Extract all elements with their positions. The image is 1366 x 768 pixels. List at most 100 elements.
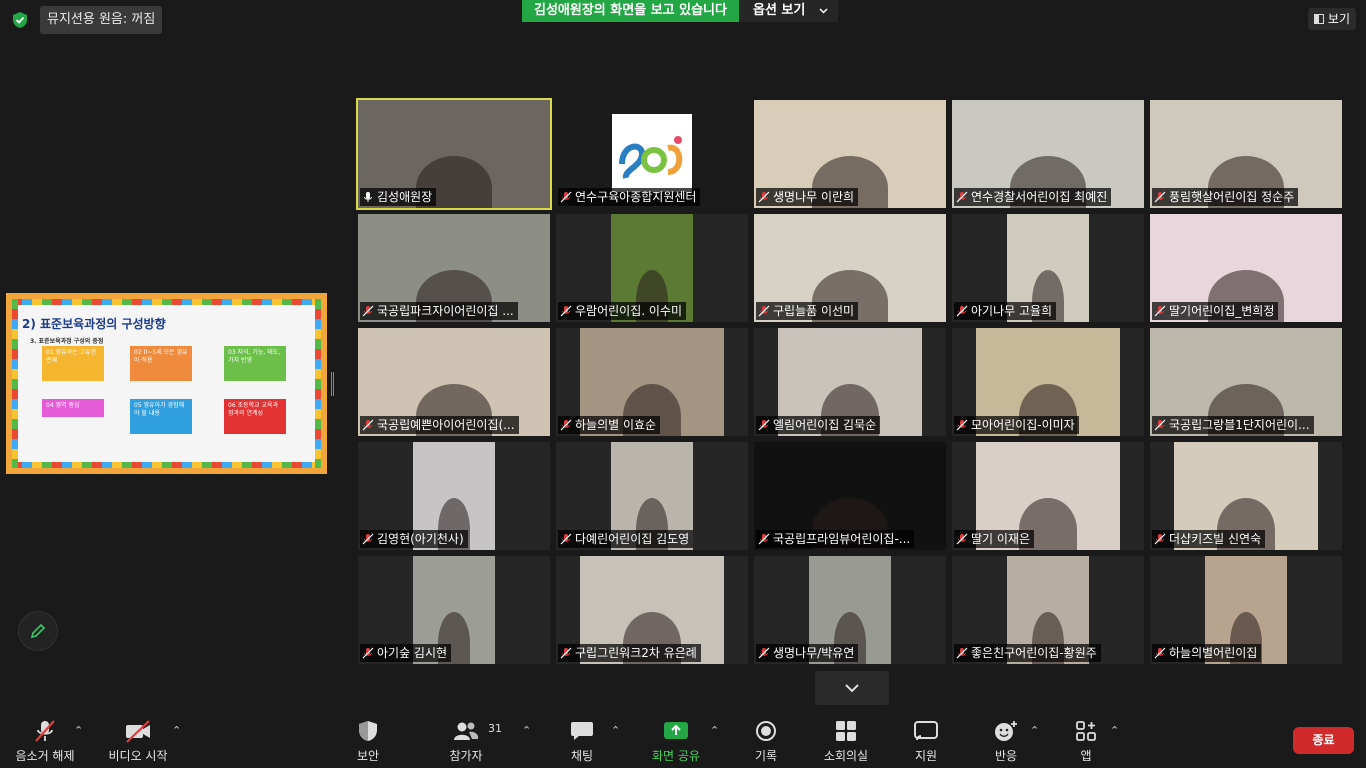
participant-name: 하늘의별어린이집	[1169, 646, 1258, 660]
participant-tile[interactable]: 우람어린이집. 이수미	[556, 214, 748, 322]
participant-tile[interactable]: 김성애원장	[356, 98, 552, 210]
participant-name: 풍림햇살어린이집 정순주	[1169, 190, 1295, 204]
apps-options-caret[interactable]: ⌃	[1110, 724, 1119, 737]
participant-tile[interactable]: 딸기어린이집_변희정	[1150, 214, 1342, 322]
participant-name: 아기숲 김시현	[377, 646, 448, 660]
cast-screen-icon	[914, 721, 938, 741]
microphone-muted-icon	[560, 419, 572, 431]
end-meeting-button[interactable]: 종료	[1293, 727, 1354, 754]
participant-name-label: 구립늘품 이선미	[756, 302, 859, 320]
breakout-rooms-icon	[836, 721, 856, 741]
share-screen-icon	[664, 722, 688, 739]
breakout-rooms-label: 소회의실	[823, 749, 869, 763]
participant-name: 더샵키즈빌 신연숙	[1169, 532, 1262, 546]
participant-tile[interactable]: 하늘의별 이효순	[556, 328, 748, 436]
audio-options-caret[interactable]: ⌃	[74, 724, 83, 737]
participant-name: 엘림어린이집 김묵순	[773, 418, 877, 432]
breakout-rooms-button[interactable]: 소회의실	[801, 718, 891, 764]
view-options-button[interactable]: 옵션 보기	[738, 0, 839, 22]
participant-name-label: 좋은친구어린이집-황원주	[954, 644, 1101, 662]
participant-name-label: 국공립프라임뷰어린이집-...	[756, 530, 915, 548]
security-shield-icon[interactable]	[12, 11, 28, 29]
participant-tile[interactable]: 좋은친구어린이집-황원주	[952, 556, 1144, 664]
participant-name-label: 모아어린이집-이미자	[954, 416, 1079, 434]
record-button[interactable]: 기록	[721, 718, 811, 764]
slide-border-bottom	[12, 462, 321, 468]
video-options-caret[interactable]: ⌃	[172, 724, 181, 737]
participant-tile[interactable]: 국공립프라임뷰어린이집-...	[754, 442, 946, 550]
participant-tile[interactable]: 국공립파크자이어린이집 ...	[358, 214, 550, 322]
participant-name: 국공립파크자이어린이집 ...	[377, 304, 514, 318]
security-label: 보안	[356, 749, 380, 763]
participant-name-label: 생명나무/박유연	[756, 644, 859, 662]
microphone-muted-icon	[35, 720, 55, 742]
microphone-muted-icon	[758, 419, 770, 431]
video-camera-muted-icon	[126, 720, 150, 743]
chat-bubble-icon	[571, 722, 593, 740]
microphone-muted-icon	[956, 647, 968, 659]
participant-tile[interactable]: 다예린어린이집 김도영	[556, 442, 748, 550]
participant-name: 생명나무 이란희	[773, 190, 855, 204]
record-label: 기록	[754, 749, 778, 763]
participant-tile[interactable]: 연수구육아종합지원센터	[556, 100, 748, 208]
participant-tile[interactable]: 엘림어린이집 김묵순	[754, 328, 946, 436]
view-layout-button[interactable]: 보기	[1307, 8, 1356, 30]
participant-tile[interactable]: 풍림햇살어린이집 정순주	[1150, 100, 1342, 208]
participant-tile[interactable]: 생명나무 이란희	[754, 100, 946, 208]
support-button[interactable]: 지원	[881, 718, 971, 764]
participant-tile[interactable]: 아기숲 김시현	[358, 556, 550, 664]
participant-name: 다예린어린이집 김도영	[575, 532, 690, 546]
participant-tile[interactable]: 생명나무/박유연	[754, 556, 946, 664]
participant-tile[interactable]: 국공립그랑블1단지어린이...	[1150, 328, 1342, 436]
slide-box: 01 영유아는 고유한 존재	[42, 346, 104, 381]
participant-name-label: 엘림어린이집 김묵순	[756, 416, 881, 434]
start-video-button[interactable]: 비디오 시작	[93, 718, 183, 764]
next-page-button[interactable]	[815, 671, 889, 705]
shield-icon	[359, 721, 377, 741]
participant-name-label: 풍림햇살어린이집 정순주	[1152, 188, 1299, 206]
participant-tile[interactable]: 아기나무 고율희	[952, 214, 1144, 322]
participant-name: 딸기어린이집_변희정	[1169, 304, 1275, 318]
microphone-muted-icon	[362, 419, 374, 431]
screen-share-banner: 김성애원장의 화면을 보고 있습니다 옵션 보기	[522, 0, 839, 22]
participant-tile[interactable]: 하늘의별어린이집	[1150, 556, 1342, 664]
participant-tile[interactable]: 구립그린워크2차 유은례	[556, 556, 748, 664]
participant-name-label: 우람어린이집. 이수미	[558, 302, 686, 320]
slide-subtitle: 3. 표준보육과정 구성의 중점	[30, 338, 104, 345]
apps-label: 앱	[1080, 749, 1092, 763]
slide-box: 06 초등학교 교육과정과의 연계성	[224, 399, 286, 434]
participant-name: 김성애원장	[377, 190, 433, 204]
share-options-caret[interactable]: ⌃	[710, 724, 719, 737]
annotate-button[interactable]	[18, 611, 58, 651]
participant-name: 딸기 이재은	[971, 532, 1031, 546]
reactions-options-caret[interactable]: ⌃	[1030, 724, 1039, 737]
slide-border-left	[12, 299, 18, 468]
participant-name-label: 국공립그랑블1단지어린이...	[1152, 416, 1314, 434]
microphone-muted-icon	[560, 191, 572, 203]
participant-tile[interactable]: 국공립예쁜아이어린이집(...	[358, 328, 550, 436]
participant-count: 31	[488, 722, 502, 735]
participant-tile[interactable]: 김영현(아기천사)	[358, 442, 550, 550]
chat-options-caret[interactable]: ⌃	[611, 724, 620, 737]
security-button[interactable]: 보안	[323, 718, 413, 764]
pencil-icon	[30, 623, 46, 639]
participants-options-caret[interactable]: ⌃	[522, 724, 531, 737]
original-sound-toggle[interactable]: 뮤지션용 원음: 꺼짐	[40, 6, 163, 34]
participant-name-label: 김영현(아기천사)	[360, 530, 468, 548]
share-screen-button[interactable]: 화면 공유	[631, 718, 721, 764]
chevron-down-icon	[819, 8, 828, 14]
split-divider-handle[interactable]	[331, 372, 334, 396]
support-label: 지원	[914, 749, 938, 763]
participant-tile[interactable]: 연수경찰서어린이집 최예진	[952, 100, 1144, 208]
microphone-muted-icon	[560, 533, 572, 545]
participant-tile[interactable]: 딸기 이재은	[952, 442, 1144, 550]
participant-name-label: 하늘의별어린이집	[1152, 644, 1262, 662]
microphone-muted-icon	[560, 647, 572, 659]
participant-name-label: 아기나무 고율희	[954, 302, 1057, 320]
participant-tile[interactable]: 더샵키즈빌 신연숙	[1150, 442, 1342, 550]
participant-name: 연수경찰서어린이집 최예진	[971, 190, 1108, 204]
participant-tile[interactable]: 모아어린이집-이미자	[952, 328, 1144, 436]
slide-title: 2) 표준보육과정의 구성방향	[22, 317, 166, 331]
participant-tile[interactable]: 구립늘품 이선미	[754, 214, 946, 322]
participant-name: 김영현(아기천사)	[377, 532, 464, 546]
